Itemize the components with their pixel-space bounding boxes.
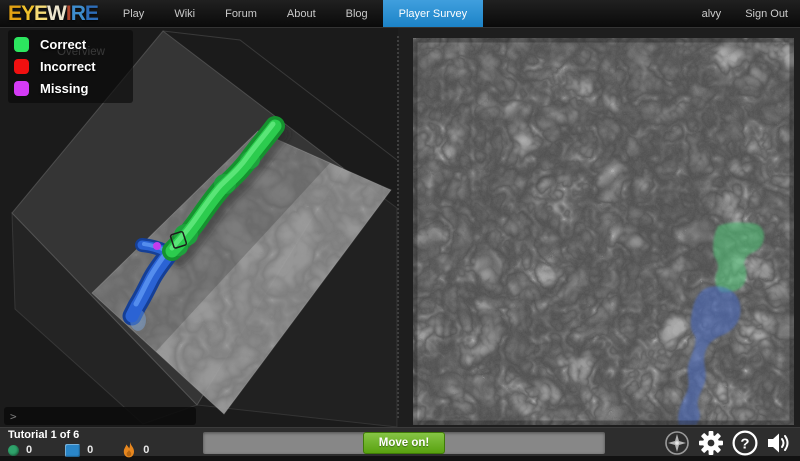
svg-text:?: ? xyxy=(740,435,749,452)
console-input[interactable] xyxy=(21,410,190,423)
settings-button[interactable] xyxy=(694,429,728,456)
score-counters: 0 0 0 xyxy=(8,442,149,458)
nav-spacer xyxy=(483,0,689,27)
eyewire-app: E Y E W I R E Play Wiki Forum About Blog… xyxy=(0,0,800,461)
chat-console: > xyxy=(4,407,196,425)
em-slice-viewport[interactable] xyxy=(413,38,794,425)
cubes-count: 0 xyxy=(87,444,93,456)
help-icon: ? xyxy=(731,429,759,457)
nav-item-player-survey[interactable]: Player Survey xyxy=(383,0,483,27)
nav-item-forum[interactable]: Forum xyxy=(210,0,272,27)
nav-item-about[interactable]: About xyxy=(272,0,331,27)
legend-row-missing: Missing xyxy=(14,80,133,97)
logo-letter: E xyxy=(34,0,47,28)
logo-letter: E xyxy=(8,0,21,28)
accuracy-legend: Correct Incorrect Missing xyxy=(8,30,133,103)
volume-icon xyxy=(766,431,792,455)
console-prompt: > xyxy=(10,410,17,423)
logo-letter: E xyxy=(85,0,98,28)
streak-count: 0 xyxy=(143,444,149,456)
cube-icon xyxy=(65,444,80,457)
missing-color-chip xyxy=(14,81,29,96)
top-nav: E Y E W I R E Play Wiki Forum About Blog… xyxy=(0,0,800,28)
cube-progress-bar: Move on! xyxy=(203,432,605,454)
legend-label: Correct xyxy=(40,37,86,52)
view-controls: ? xyxy=(660,429,796,456)
cells-count: 0 xyxy=(26,444,32,456)
legend-label: Incorrect xyxy=(40,59,96,74)
recenter-icon xyxy=(663,429,691,457)
bottom-status-bar: Tutorial 1 of 6 0 0 0 Move on! xyxy=(0,427,800,456)
nav-item-blog[interactable]: Blog xyxy=(331,0,383,27)
help-button[interactable]: ? xyxy=(728,429,762,456)
legend-row-incorrect: Incorrect xyxy=(14,58,133,75)
sign-out-link[interactable]: Sign Out xyxy=(733,0,800,27)
legend-row-correct: Correct xyxy=(14,36,133,53)
username-link[interactable]: alvy xyxy=(690,0,734,27)
cubes-counter: 0 xyxy=(65,444,93,457)
flame-icon xyxy=(123,442,136,458)
incorrect-color-chip xyxy=(14,59,29,74)
move-on-button[interactable]: Move on! xyxy=(363,432,445,454)
cells-counter: 0 xyxy=(8,444,32,456)
logo-letter: Y xyxy=(21,0,34,28)
panel-divider xyxy=(397,36,399,418)
tutorial-progress-label: Tutorial 1 of 6 xyxy=(8,429,79,441)
streak-counter: 0 xyxy=(123,442,149,458)
eyewire-logo[interactable]: E Y E W I R E xyxy=(0,0,108,27)
nav-item-play[interactable]: Play xyxy=(108,0,159,27)
recenter-button[interactable] xyxy=(660,429,694,456)
cell-dot-icon xyxy=(8,445,19,456)
logo-letter: W xyxy=(47,0,66,28)
logo-letter: R xyxy=(71,0,85,28)
em-slice-canvas xyxy=(413,38,794,425)
legend-label: Missing xyxy=(40,81,88,96)
volume-button[interactable] xyxy=(762,429,796,456)
correct-color-chip xyxy=(14,37,29,52)
main-content: Overview Correct Incorrect Missing > xyxy=(0,28,800,427)
overview-3d-viewport[interactable]: Overview Correct Incorrect Missing > xyxy=(0,28,398,427)
nav-item-wiki[interactable]: Wiki xyxy=(159,0,210,27)
gear-icon xyxy=(697,429,725,457)
